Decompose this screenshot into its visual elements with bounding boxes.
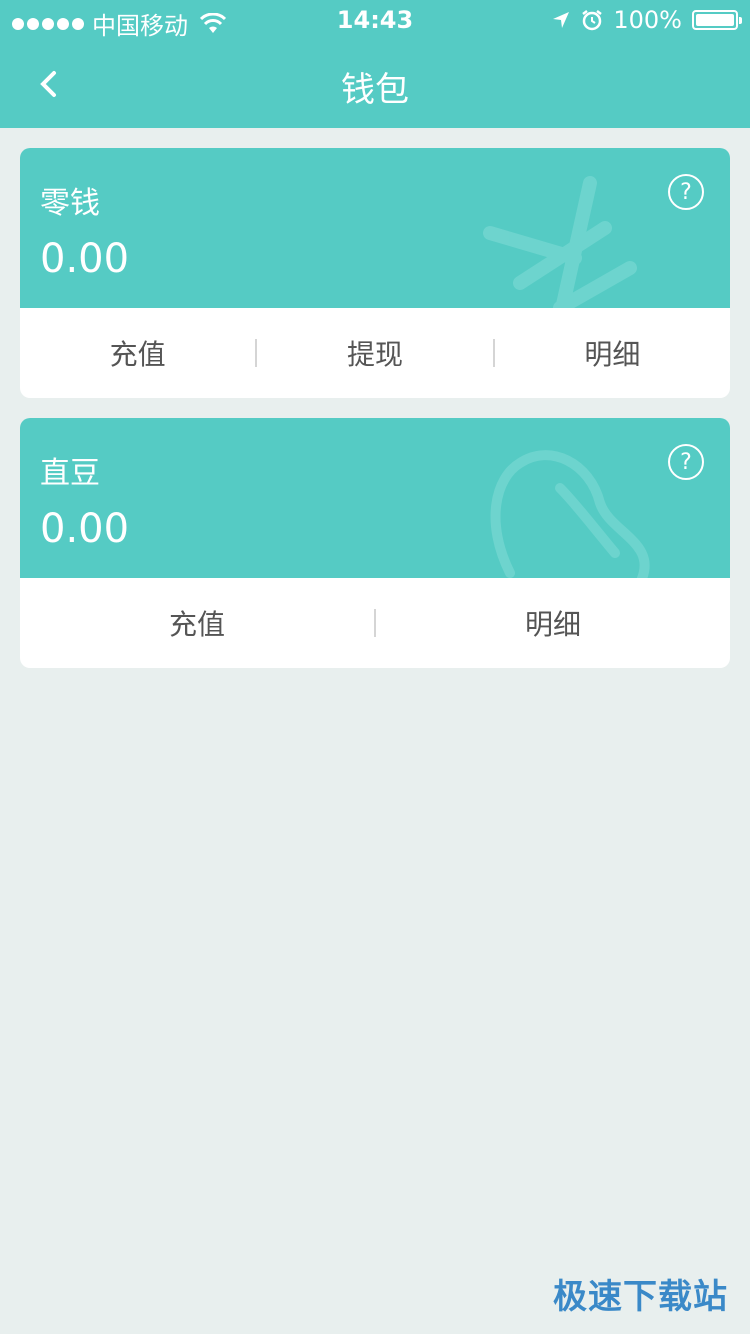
status-right: 100%: [551, 6, 742, 34]
bean-details-button[interactable]: 明细: [376, 603, 730, 643]
withdraw-button[interactable]: 提现: [257, 333, 492, 373]
alarm-icon: [582, 10, 603, 31]
bean-title: 直豆: [40, 456, 100, 491]
yuan-icon: [483, 176, 637, 308]
bean-amount: 0.00: [40, 506, 130, 552]
recharge-button[interactable]: 充值: [20, 333, 255, 373]
change-actions: 充值 提现 明细: [20, 308, 730, 398]
battery-icon: [692, 10, 742, 30]
bean-actions: 充值 明细: [20, 578, 730, 668]
change-title: 零钱: [40, 186, 100, 221]
change-amount: 0.00: [40, 236, 130, 282]
bean-card: 直豆 0.00 ? 充值 明细: [20, 418, 730, 668]
header: 中国移动 14:43 100% 钱包: [0, 0, 750, 128]
bean-icon: [490, 450, 650, 578]
change-card-header: 零钱 0.00 ?: [20, 148, 730, 308]
status-bar: 中国移动 14:43 100%: [0, 0, 750, 40]
help-icon[interactable]: ?: [668, 444, 704, 480]
brand-watermark: 极速下载站: [553, 1277, 728, 1317]
page-title: 钱包: [341, 70, 409, 110]
location-arrow-icon: [553, 12, 570, 28]
help-icon[interactable]: ?: [668, 174, 704, 210]
battery-percent: 100%: [613, 6, 682, 34]
bean-card-header: 直豆 0.00 ?: [20, 418, 730, 578]
details-button[interactable]: 明细: [495, 333, 730, 373]
nav-bar: 钱包: [0, 40, 750, 128]
change-card: 零钱 0.00 ? 充值 提现 明细: [20, 148, 730, 398]
bean-recharge-button[interactable]: 充值: [20, 603, 374, 643]
